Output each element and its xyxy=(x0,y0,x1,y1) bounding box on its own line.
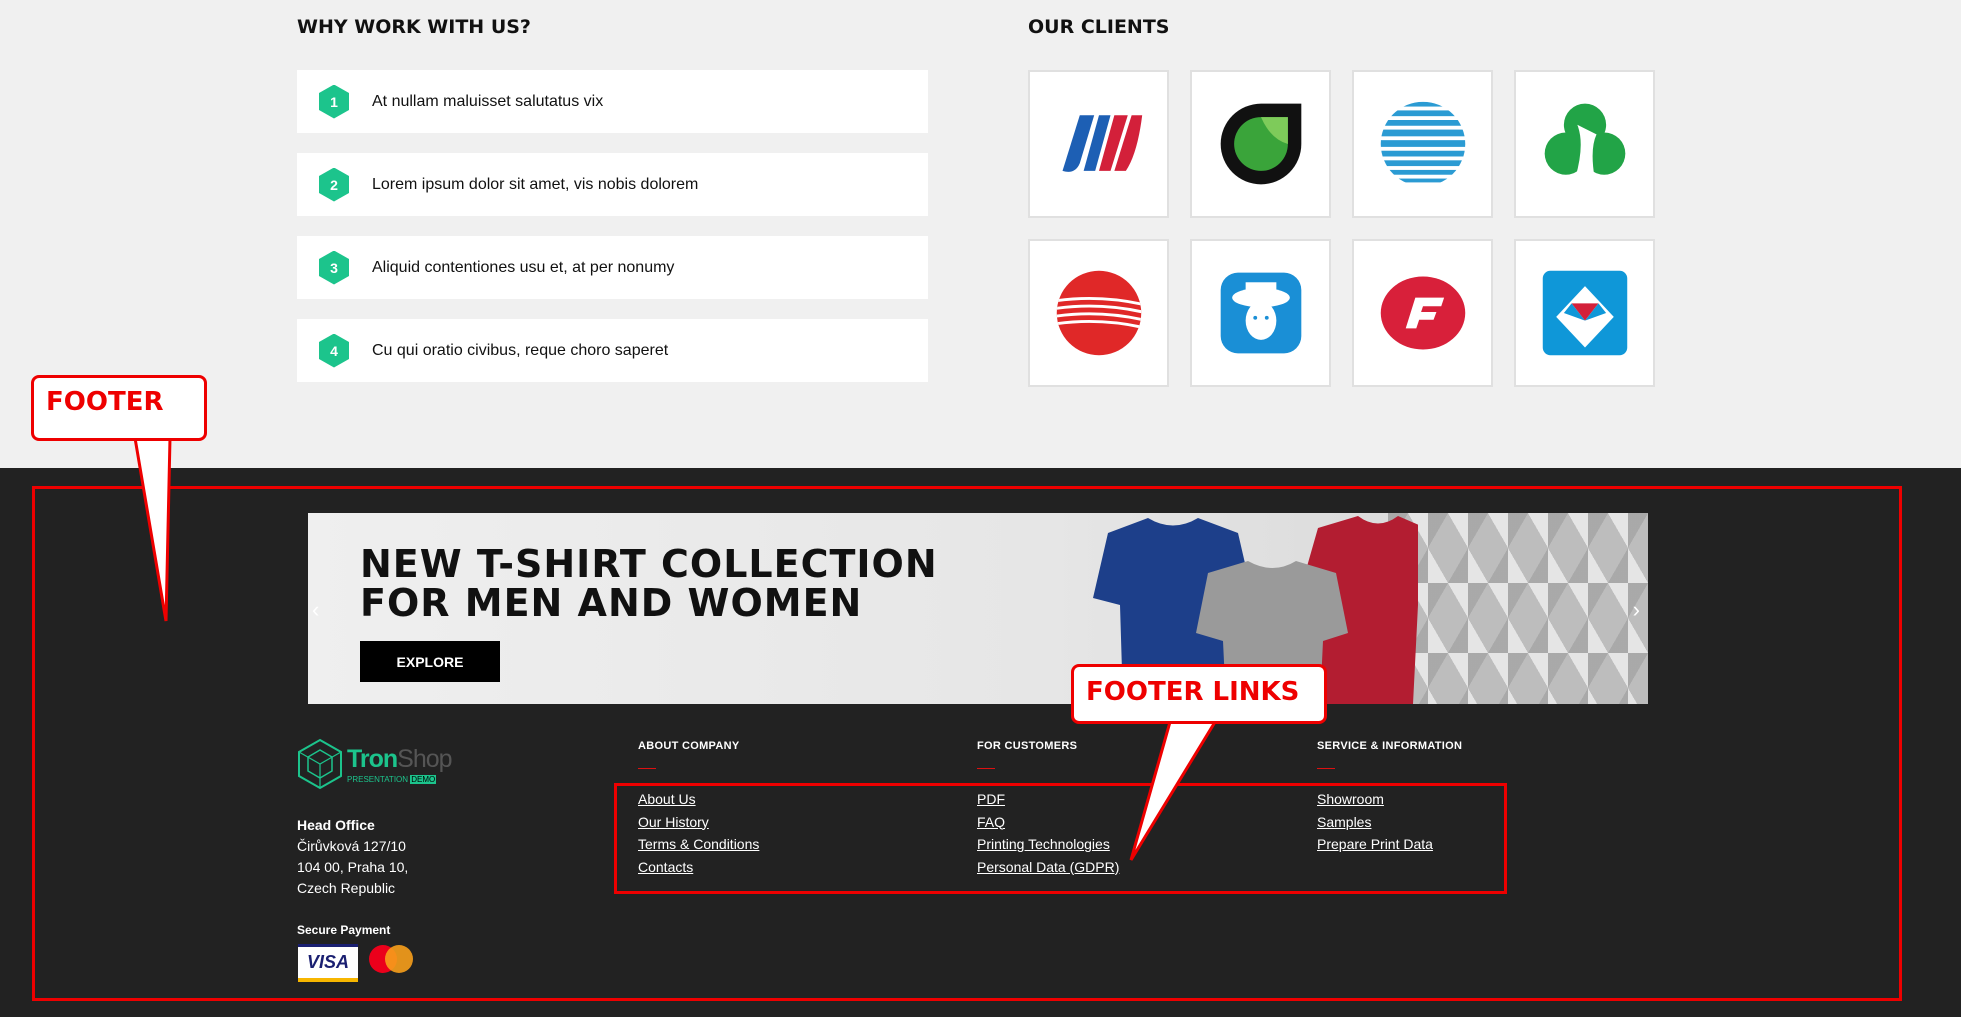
footer-links-annotation-frame xyxy=(614,783,1507,894)
client-tile[interactable] xyxy=(1352,239,1493,387)
why-item-text: Cu qui oratio civibus, reque choro saper… xyxy=(372,341,669,359)
why-item: 2 Lorem ipsum dolor sit amet, vis nobis … xyxy=(297,153,928,216)
client-tile[interactable] xyxy=(1514,70,1655,218)
united-airlines-logo-icon xyxy=(1062,115,1142,172)
footer-links-callout: FOOTER LINKS xyxy=(1071,664,1327,724)
why-item: 4 Cu qui oratio civibus, reque choro sap… xyxy=(297,319,928,382)
number-hexagon-icon: 1 xyxy=(319,84,349,119)
client-tile[interactable] xyxy=(1190,239,1331,387)
red-f-logo-icon xyxy=(1380,276,1465,350)
red-lines-globe-logo-icon xyxy=(1056,270,1141,356)
quaker-portrait-logo-icon xyxy=(1220,272,1301,354)
why-item-text: At nullam maluisset salutatus vix xyxy=(372,92,604,110)
top-section: WHY WORK WITH US? OUR CLIENTS 1 At nulla… xyxy=(0,0,1961,468)
client-tile[interactable] xyxy=(1028,70,1169,218)
footer-annotation-frame xyxy=(32,486,1902,1001)
footer-callout: FOOTER xyxy=(31,375,207,441)
client-tile[interactable] xyxy=(1190,70,1331,218)
why-item-text: Aliquid contentiones usu et, at per nonu… xyxy=(372,258,675,276)
striped-globe-logo-icon xyxy=(1380,101,1465,183)
why-item: 3 Aliquid contentiones usu et, at per no… xyxy=(297,236,928,299)
number-hexagon-icon: 3 xyxy=(319,250,349,285)
client-tile[interactable] xyxy=(1352,70,1493,218)
number-hexagon-icon: 2 xyxy=(319,167,349,202)
leaf-ring-logo-icon xyxy=(1220,103,1301,185)
client-tile[interactable] xyxy=(1514,239,1655,387)
why-list: 1 At nullam maluisset salutatus vix 2 Lo… xyxy=(297,70,928,402)
clients-grid xyxy=(1028,70,1658,387)
blue-diamond-logo-icon xyxy=(1542,270,1627,356)
why-item-text: Lorem ipsum dolor sit amet, vis nobis do… xyxy=(372,175,699,193)
trefoil-profiles-logo-icon xyxy=(1544,103,1625,178)
why-item: 1 At nullam maluisset salutatus vix xyxy=(297,70,928,133)
our-clients-title: OUR CLIENTS xyxy=(1028,16,1170,38)
number-hexagon-icon: 4 xyxy=(319,333,349,368)
client-tile[interactable] xyxy=(1028,239,1169,387)
why-work-title: WHY WORK WITH US? xyxy=(297,16,531,38)
